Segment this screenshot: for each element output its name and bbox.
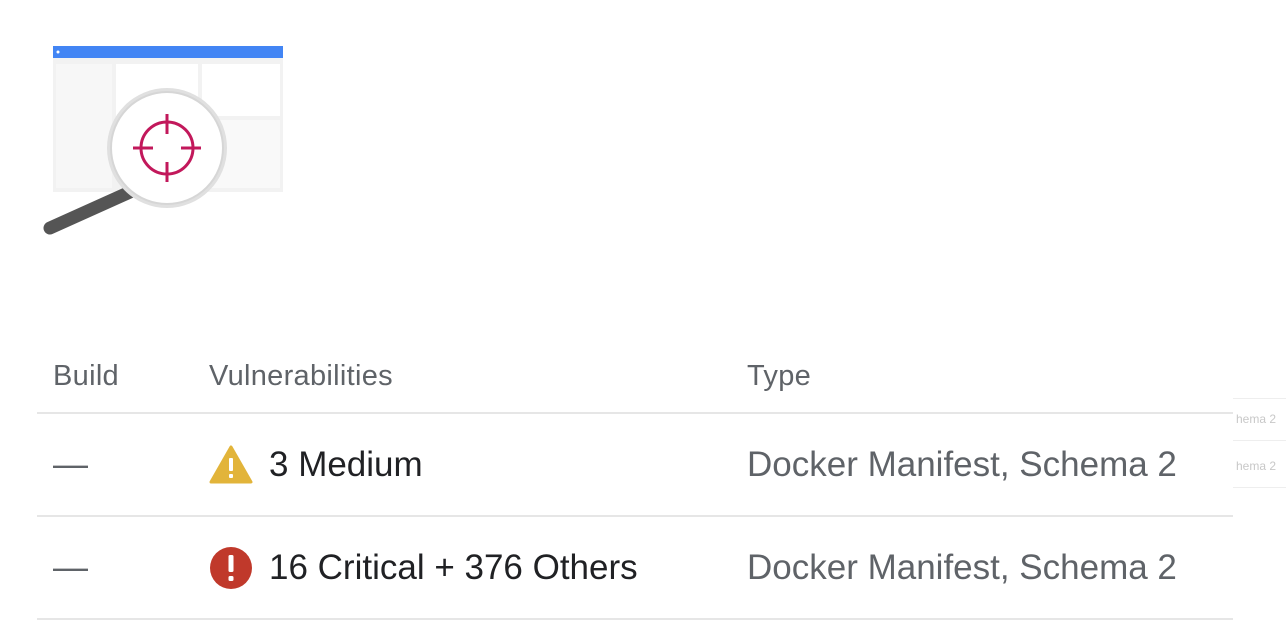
vulnerability-summary: 3 Medium — [269, 444, 423, 484]
column-header-build[interactable]: Build — [37, 360, 209, 393]
edge-divider — [1233, 440, 1286, 441]
edge-divider — [1233, 487, 1286, 488]
table-row[interactable]: — 16 Critical + 376 Others Docker Manife… — [37, 517, 1233, 620]
build-cell: — — [53, 444, 88, 484]
type-cell: Docker Manifest, Schema 2 — [747, 547, 1177, 587]
table-row[interactable]: — 3 Medium Docker Manifest, Schema 2 — [37, 414, 1233, 517]
edge-text-fragment: hema 2 — [1236, 412, 1277, 426]
edge-text-fragment: hema 2 — [1236, 459, 1277, 473]
inspect-image-magnifier-icon — [43, 46, 283, 235]
table-header-row: Build Vulnerabilities Type — [37, 340, 1233, 414]
build-cell: — — [53, 547, 88, 587]
vulnerabilities-cell[interactable]: 16 Critical + 376 Others — [209, 546, 747, 590]
warning-triangle-icon — [209, 445, 253, 483]
vulnerability-table: Build Vulnerabilities Type — 3 Medium Do… — [37, 340, 1233, 620]
column-header-vulnerabilities[interactable]: Vulnerabilities — [209, 360, 747, 393]
column-header-type[interactable]: Type — [747, 360, 1233, 393]
edge-divider — [1233, 398, 1286, 399]
type-cell: Docker Manifest, Schema 2 — [747, 444, 1177, 484]
vulnerability-summary: 16 Critical + 376 Others — [269, 547, 638, 587]
critical-error-icon — [210, 546, 252, 589]
vulnerabilities-cell[interactable]: 3 Medium — [209, 443, 747, 487]
